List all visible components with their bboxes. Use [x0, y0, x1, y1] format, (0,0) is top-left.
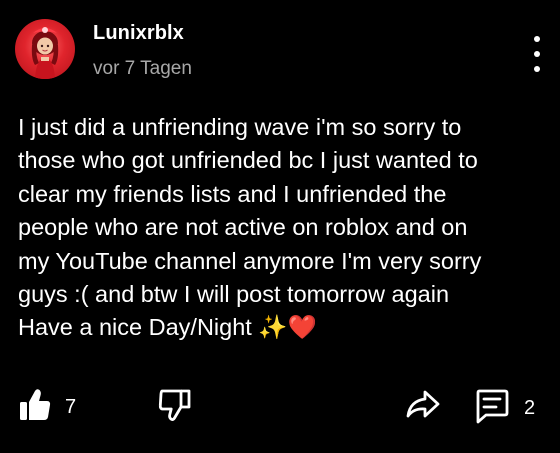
post-body-text: I just did a unfriending wave i'm so sor… — [18, 114, 482, 341]
comment-icon — [474, 388, 510, 429]
more-options-button[interactable] — [522, 36, 552, 72]
thumbs-down-icon — [158, 388, 192, 427]
post-timestamp[interactable]: vor 7 Tagen — [93, 58, 192, 80]
share-arrow-icon — [406, 388, 440, 425]
more-vertical-icon — [534, 36, 540, 42]
like-count: 7 — [65, 396, 77, 418]
comment-count: 2 — [524, 397, 536, 419]
dislike-button[interactable] — [158, 388, 192, 427]
community-post: Lunixrblx vor 7 Tagen I just did a unfri… — [0, 0, 560, 453]
author-name[interactable]: Lunixrblx — [93, 22, 184, 45]
comments-button[interactable]: 2 — [474, 388, 535, 429]
post-action-bar: 7 2 — [0, 384, 560, 428]
author-avatar[interactable] — [15, 19, 75, 79]
like-button[interactable]: 7 — [19, 388, 76, 427]
share-button[interactable] — [406, 388, 440, 425]
thumbs-up-icon — [19, 388, 51, 427]
avatar-image — [31, 27, 59, 79]
